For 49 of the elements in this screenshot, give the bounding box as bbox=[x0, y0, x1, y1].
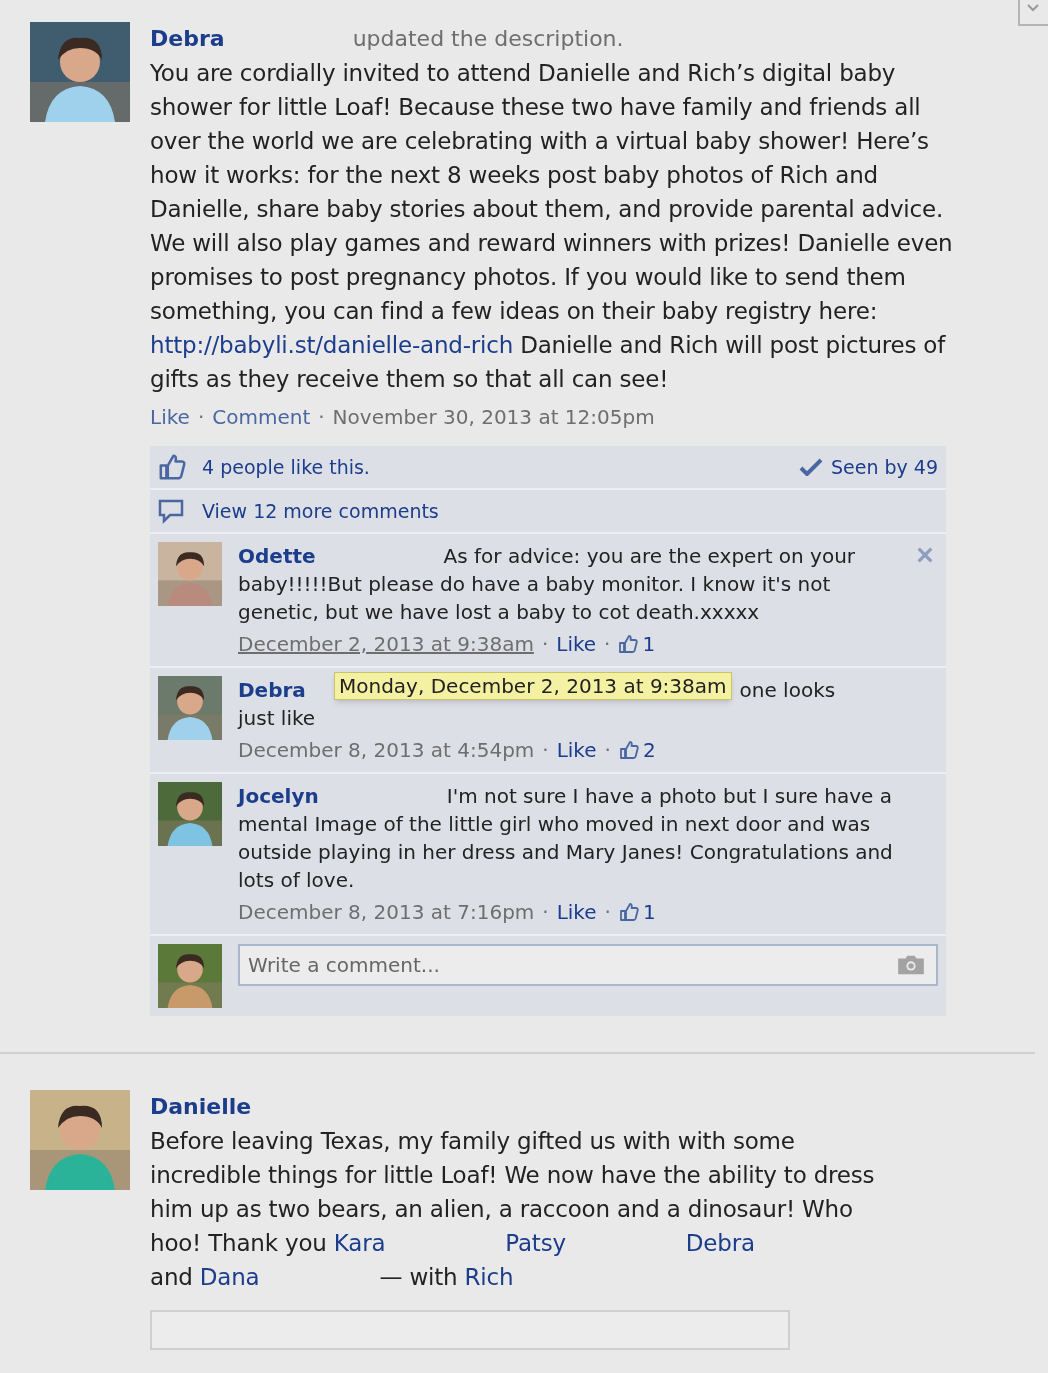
comment-text: Odette As for advice: you are the expert on your baby!!!!!But please do have a baby monitor. I know it's not genetic, but we have lost a baby to cot death.xxxxx bbox=[238, 543, 857, 626]
separator-dot: · bbox=[604, 899, 611, 926]
camera-icon[interactable] bbox=[896, 954, 926, 976]
like-link[interactable]: Like bbox=[556, 630, 597, 658]
comment-text: one looks bbox=[739, 677, 837, 704]
name-link[interactable]: Kara bbox=[333, 1230, 386, 1256]
likes-link[interactable]: 4 people like this. bbox=[202, 452, 370, 482]
activity-text: updated the description. bbox=[352, 26, 624, 51]
comment-text: just like bbox=[238, 705, 316, 732]
thumbs-up-icon bbox=[618, 634, 639, 654]
seen-by-link[interactable]: Seen by 49 bbox=[830, 452, 938, 482]
name-link[interactable]: Debra bbox=[685, 1230, 755, 1256]
close-icon[interactable] bbox=[916, 546, 934, 564]
author-link[interactable]: Debra bbox=[238, 676, 334, 704]
action-link[interactable]: Comment bbox=[212, 400, 311, 434]
name-link[interactable]: http://babyli.st/danielle-and-rich bbox=[150, 332, 514, 358]
dropdown-icon[interactable] bbox=[1018, 0, 1048, 26]
like-link[interactable]: Like bbox=[556, 736, 597, 764]
post-text: Before leaving Texas, my family gifted us with with some incredible things for little Loaf! We now have the ability to dress him up as two bears, an alien, a raccoon and a dinosaur! Who hoo! Thank you Kara Patsy Debra and Dana — with Rich bbox=[150, 1127, 876, 1292]
separator-dot: · bbox=[542, 737, 549, 764]
author-link[interactable]: Debra bbox=[150, 26, 225, 51]
name-link[interactable]: Dana bbox=[199, 1264, 260, 1290]
separator-dot: · bbox=[541, 631, 549, 658]
comment-timestamp[interactable]: December 8, 2013 at 7:16pm bbox=[238, 898, 535, 926]
separator-dot: · bbox=[318, 404, 325, 431]
author-link[interactable]: Danielle bbox=[150, 1094, 252, 1119]
like-count: 2 bbox=[642, 737, 656, 764]
separator-dot: · bbox=[604, 737, 611, 764]
like-count: 1 bbox=[642, 899, 656, 926]
separator-dot: · bbox=[604, 631, 611, 658]
comment-timestamp[interactable]: December 8, 2013 at 4:54pm bbox=[238, 736, 535, 764]
comment-timestamp[interactable]: December 2, 2013 at 9:38am bbox=[238, 630, 534, 658]
separator-dot: · bbox=[197, 404, 205, 431]
tooltip: Monday, December 2, 2013 at 9:38am bbox=[334, 672, 732, 700]
thumbs-up-icon bbox=[618, 902, 639, 922]
name-link[interactable]: Patsy bbox=[505, 1230, 566, 1256]
post-timestamp[interactable]: November 30, 2013 at 12:05pm bbox=[332, 400, 655, 434]
separator-dot: · bbox=[542, 899, 549, 926]
speech-bubble-icon bbox=[158, 497, 186, 525]
action-link[interactable]: Like bbox=[150, 400, 190, 434]
like-link[interactable]: Like bbox=[556, 898, 597, 926]
post-text: You are cordially invited to attend Danielle and Rich’s digital baby shower for little Loaf! Because these two have family and friends all over the world we are celebrating with a virtual baby shower! Here’s how it works: for the next 8 weeks post baby photos of Rich and Danielle, share baby stories about them, and provide parental advice. We will also play games and reward winners with prizes! Danielle even promises to post pregnancy photos. If you would like to send them something, you can find a few ideas on their baby registry here: http://babyli.st/danielle-and-rich Danielle and Rich will post pictures of gifts as they receive them so that all can see! bbox=[150, 59, 954, 394]
name-link[interactable]: Rich bbox=[464, 1264, 514, 1290]
thumbs-up-icon bbox=[618, 740, 639, 760]
comment-text: Jocelyn I'm not sure I have a photo but I sure have a mental Image of the little girl who moved in next door and was outside playing in her dress and Mary Janes! Congratulations and lots of love. bbox=[238, 783, 894, 894]
checkmark-icon bbox=[798, 458, 823, 476]
like-count: 1 bbox=[642, 631, 656, 658]
comment-input[interactable]: Write a comment... bbox=[238, 944, 938, 986]
thumbs-up-icon bbox=[158, 453, 186, 481]
